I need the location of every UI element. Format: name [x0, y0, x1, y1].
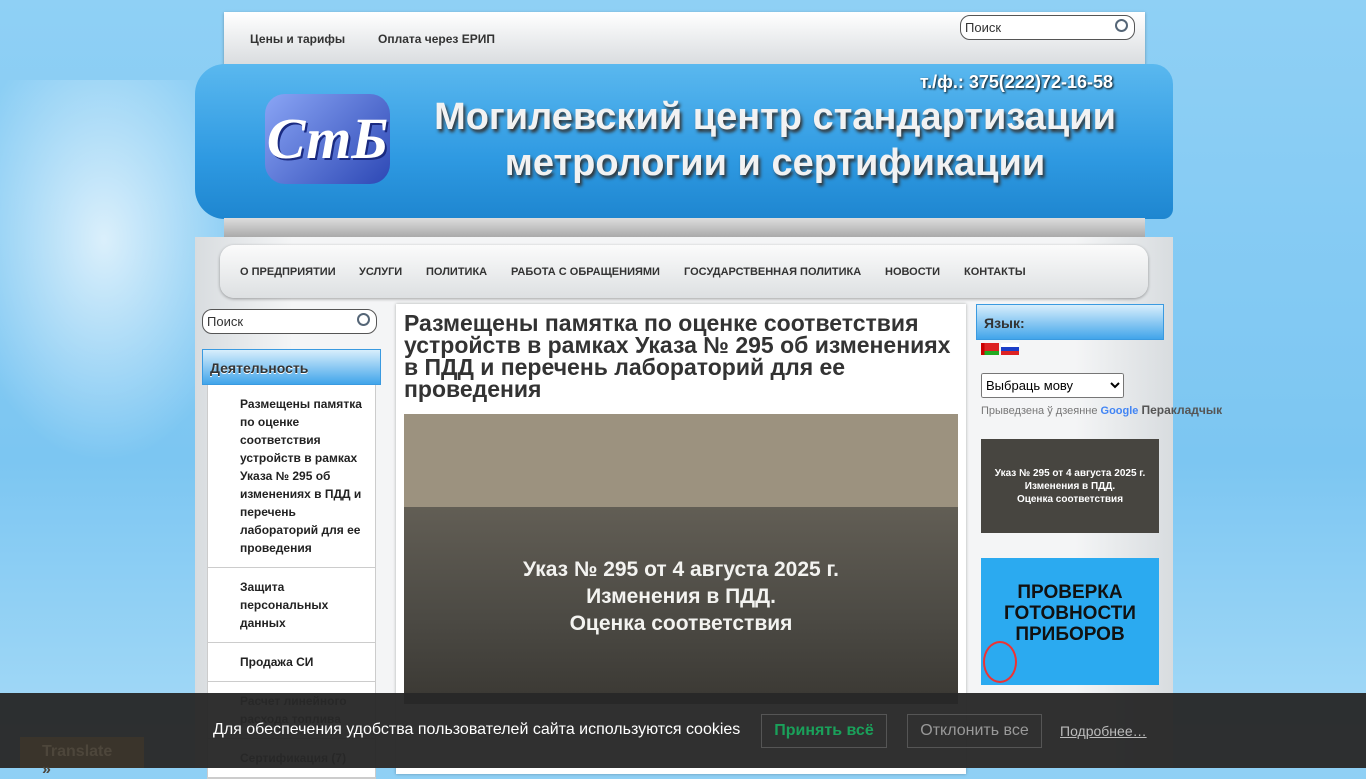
article-image: Указ № 295 от 4 августа 2025 г. Изменения… — [404, 414, 958, 704]
nav-policy[interactable]: ПОЛИТИКА — [426, 266, 487, 278]
image-text: Указ № 295 от 4 августа 2025 г. — [522, 558, 840, 581]
sidebar-item[interactable]: Продажа СИ — [208, 643, 375, 682]
main-nav: О ПРЕДПРИЯТИИ УСЛУГИ ПОЛИТИКА РАБОТА С О… — [220, 245, 1148, 298]
logo[interactable]: СтБ — [265, 94, 390, 184]
top-search-input[interactable]: Поиск — [960, 15, 1135, 40]
language-select[interactable]: Выбраць мову — [981, 373, 1124, 398]
search-icon[interactable] — [1115, 19, 1128, 32]
title-line-1: Могилевский центр стандартизации — [434, 96, 1116, 138]
banner-device-check[interactable]: ПРОВЕРКА ГОТОВНОСТИ ПРИБОРОВ — [981, 558, 1159, 685]
sidebar-search-input[interactable]: Поиск — [202, 309, 377, 334]
cookie-text: Для обеспечения удобства пользователей с… — [213, 721, 741, 738]
top-bar: Цены и тарифы Оплата через ЕРИП Поиск — [224, 12, 1145, 65]
link-erip[interactable]: Оплата через ЕРИП — [378, 32, 495, 46]
image-text: Изменения в ПДД. — [586, 585, 776, 608]
decline-all-button[interactable]: Отклонить все — [907, 714, 1042, 748]
article-title: Размещены памятка по оценке соответствия… — [404, 310, 951, 402]
image-text: Оценка соответствия — [569, 612, 793, 635]
sidebar-item[interactable]: Защита персональных данных — [208, 568, 375, 643]
nav-news[interactable]: НОВОСТИ — [885, 266, 940, 278]
sidebar-item[interactable]: Размещены памятка по оценке соответствия… — [208, 385, 375, 568]
right-sidebar: Язык: Выбраць мову Прыведзена ў дзеянне … — [976, 304, 1222, 685]
header-banner: СтБ т./ф.: 375(222)72-16-58 Могилевский … — [195, 64, 1173, 219]
banner-text: ГОТОВНОСТИ — [1004, 603, 1136, 624]
belarus-flag-icon[interactable] — [981, 343, 999, 355]
translate-button[interactable]: Translate » — [20, 737, 144, 778]
title-line-2: метрологии и сертификации — [504, 142, 1046, 184]
banner-text: Указ № 295 от 4 августа 2025 г. — [994, 468, 1146, 479]
body-area: О ПРЕДПРИЯТИИ УСЛУГИ ПОЛИТИКА РАБОТА С О… — [195, 237, 1222, 779]
translator-link[interactable]: Перакладчык — [1141, 403, 1222, 417]
link-prices[interactable]: Цены и тарифы — [250, 32, 345, 46]
phone: т./ф.: 375(222)72-16-58 — [919, 72, 1113, 92]
nav-contacts[interactable]: КОНТАКТЫ — [964, 266, 1026, 278]
nav-appeals[interactable]: РАБОТА С ОБРАЩЕНИЯМИ — [511, 266, 660, 278]
banner-text: ПРИБОРОВ — [1015, 624, 1125, 645]
nav-about[interactable]: О ПРЕДПРИЯТИИ — [240, 266, 336, 278]
more-link[interactable]: Подробнее… — [1060, 723, 1147, 739]
powered-text: Прыведзена ў дзеянне — [981, 405, 1098, 417]
google-logo: Google — [1100, 405, 1139, 417]
search-placeholder: Поиск — [207, 314, 244, 329]
page-container: Цены и тарифы Оплата через ЕРИП Поиск Ст… — [195, 0, 1222, 779]
banner-decree-295[interactable]: Указ № 295 от 4 августа 2025 г. Изменения… — [981, 439, 1159, 533]
sidebar-heading: Деятельность — [202, 349, 381, 385]
checkmark-icon — [983, 641, 1017, 683]
search-icon[interactable] — [357, 313, 370, 326]
nav-state-policy[interactable]: ГОСУДАРСТВЕННАЯ ПОЛИТИКА — [684, 266, 861, 278]
accept-all-button[interactable]: Принять всё — [761, 714, 887, 748]
google-translate-credit: Прыведзена ў дзеянне Google Перакладчык — [981, 403, 1222, 417]
nav-services[interactable]: УСЛУГИ — [359, 266, 402, 278]
russia-flag-icon[interactable] — [1001, 343, 1019, 355]
banner-text: Изменения в ПДД. — [1024, 481, 1116, 492]
banner-text: ПРОВЕРКА — [1017, 582, 1123, 603]
search-placeholder: Поиск — [965, 20, 1002, 35]
banner-text: Оценка соответствия — [1016, 494, 1124, 505]
site-title: Могилевский центр стандартизации метролог… — [425, 94, 1125, 186]
language-heading: Язык: — [976, 304, 1164, 340]
cookie-banner: Translate » Для обеспечения удобства пол… — [0, 693, 1366, 778]
image-caption: Указ № 295 от 4 августа 2025 г. Изменения… — [404, 556, 958, 637]
header-bottom-bar — [224, 218, 1145, 237]
